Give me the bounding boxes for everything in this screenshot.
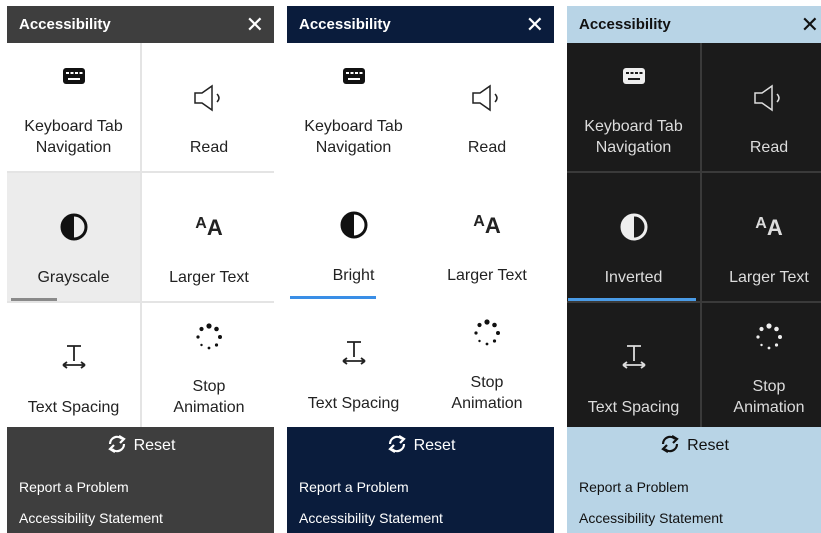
button-label: Stop — [470, 373, 504, 391]
report-problem-link[interactable]: Report a Problem — [299, 472, 443, 503]
button-label: Keyboard Tab — [584, 117, 683, 135]
panel-header: Accessibility ✕ — [7, 6, 274, 43]
inverted-button[interactable]: Inverted — [567, 173, 700, 301]
loading-dots-icon — [142, 323, 274, 351]
keyboard-tab-navigation-button[interactable]: Keyboard Tab Navigation — [287, 43, 420, 171]
text-size-icon: AA — [755, 215, 783, 240]
keyboard-tab-navigation-button[interactable]: Keyboard Tab Navigation — [7, 43, 140, 171]
keyboard-icon — [7, 67, 140, 85]
read-button[interactable]: Read — [702, 43, 821, 171]
reset-label: Reset — [413, 437, 456, 454]
contrast-icon — [287, 211, 420, 239]
footer-links: Report a Problem Accessibility Statement — [579, 472, 723, 533]
keyboard-icon — [287, 67, 420, 85]
report-problem-link[interactable]: Report a Problem — [579, 472, 723, 503]
close-icon[interactable]: ✕ — [246, 13, 264, 36]
accessibility-panel-bright: Accessibility ✕ Keyboard Tab Navigation … — [287, 6, 554, 533]
text-spacing-button[interactable]: Text Spacing — [7, 303, 140, 431]
button-label: Animation — [173, 399, 245, 417]
larger-text-button[interactable]: AA Larger Text — [702, 173, 821, 301]
text-spacing-icon — [567, 343, 700, 371]
button-label: Navigation — [315, 139, 392, 157]
speaker-icon — [420, 83, 554, 113]
button-label: Navigation — [595, 139, 672, 157]
button-label: Animation — [733, 399, 805, 417]
options-grid: Keyboard Tab Navigation Read Grayscale A… — [7, 43, 274, 431]
button-label: Larger Text — [169, 269, 249, 287]
button-label: Grayscale — [37, 269, 110, 287]
reset-label: Reset — [133, 437, 176, 454]
accessibility-statement-link[interactable]: Accessibility Statement — [19, 503, 163, 533]
reset-button[interactable]: Reset — [287, 427, 554, 465]
button-label: Stop — [752, 377, 786, 395]
button-label: Keyboard Tab — [24, 117, 123, 135]
loading-dots-icon — [702, 323, 821, 351]
panel-title: Accessibility — [299, 16, 391, 33]
grayscale-button[interactable]: Grayscale — [7, 173, 140, 301]
button-label: Text Spacing — [587, 399, 680, 417]
stop-animation-button[interactable]: Stop Animation — [702, 303, 821, 431]
button-label: Inverted — [604, 269, 663, 287]
accessibility-panel-grayscale: Accessibility ✕ Keyboard Tab Navigation … — [7, 6, 274, 533]
keyboard-icon — [567, 67, 700, 85]
panel-header: Accessibility ✕ — [287, 6, 554, 43]
refresh-icon — [106, 434, 128, 458]
text-spacing-button[interactable]: Text Spacing — [567, 303, 700, 431]
report-problem-link[interactable]: Report a Problem — [19, 472, 163, 503]
stop-animation-button[interactable]: Stop Animation — [142, 303, 274, 431]
speaker-icon — [142, 83, 274, 113]
keyboard-tab-navigation-button[interactable]: Keyboard Tab Navigation — [567, 43, 700, 171]
button-label: Read — [189, 139, 229, 157]
options-grid: Keyboard Tab Navigation Read Bright AA L… — [287, 43, 554, 427]
read-button[interactable]: Read — [142, 43, 274, 171]
button-label: Stop — [192, 377, 226, 395]
panel-header: Accessibility ✕ — [567, 6, 821, 43]
text-size-icon: AA — [473, 213, 501, 238]
reset-button[interactable]: Reset — [567, 427, 821, 465]
close-icon[interactable]: ✕ — [526, 13, 544, 36]
refresh-icon — [386, 434, 408, 458]
button-label: Keyboard Tab — [304, 117, 403, 135]
text-spacing-icon — [287, 339, 420, 367]
loading-dots-icon — [420, 319, 554, 347]
accessibility-statement-link[interactable]: Accessibility Statement — [579, 503, 723, 533]
button-label: Larger Text — [729, 269, 809, 287]
larger-text-button[interactable]: AA Larger Text — [142, 173, 274, 301]
reset-label: Reset — [687, 437, 729, 454]
button-label: Navigation — [35, 139, 112, 157]
larger-text-button[interactable]: AA Larger Text — [420, 171, 554, 299]
button-label: Bright — [332, 267, 375, 285]
button-label: Read — [467, 139, 507, 157]
panel-title: Accessibility — [19, 16, 111, 33]
read-button[interactable]: Read — [420, 43, 554, 171]
refresh-icon — [659, 434, 681, 458]
text-spacing-button[interactable]: Text Spacing — [287, 299, 420, 427]
text-size-icon: AA — [195, 215, 223, 240]
options-grid: Keyboard Tab Navigation Read Inverted AA… — [567, 43, 821, 431]
accessibility-panel-inverted: Accessibility ✕ Keyboard Tab Navigation … — [567, 6, 821, 533]
bright-button[interactable]: Bright — [287, 171, 420, 299]
button-label: Larger Text — [447, 267, 527, 285]
close-icon[interactable]: ✕ — [801, 13, 819, 36]
footer-links: Report a Problem Accessibility Statement — [299, 472, 443, 533]
button-label: Read — [749, 139, 789, 157]
stop-animation-button[interactable]: Stop Animation — [420, 299, 554, 427]
contrast-icon — [7, 213, 140, 241]
button-label: Animation — [451, 395, 523, 413]
text-spacing-icon — [7, 343, 140, 371]
button-label: Text Spacing — [307, 395, 400, 413]
speaker-icon — [702, 83, 821, 113]
contrast-icon — [567, 213, 700, 241]
active-indicator — [568, 298, 696, 301]
footer-links: Report a Problem Accessibility Statement — [19, 472, 163, 533]
accessibility-statement-link[interactable]: Accessibility Statement — [299, 503, 443, 533]
active-indicator — [11, 298, 57, 301]
button-label: Text Spacing — [27, 399, 120, 417]
reset-button[interactable]: Reset — [7, 427, 274, 465]
panel-title: Accessibility — [579, 16, 671, 33]
